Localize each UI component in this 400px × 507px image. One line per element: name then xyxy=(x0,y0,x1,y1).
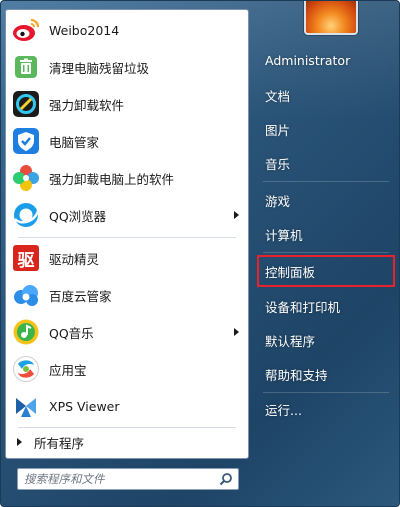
program-label: 应用宝 xyxy=(49,362,87,378)
right-item-computer[interactable]: 计算机 xyxy=(257,220,395,248)
program-item-xps-viewer[interactable]: XPS Viewer xyxy=(9,390,245,422)
right-item-administrator[interactable]: Administrator xyxy=(257,46,395,74)
program-item-driver-genius[interactable]: 驱 驱动精灵 xyxy=(9,242,245,274)
recycle-bin-icon xyxy=(11,52,41,82)
all-programs-label: 所有程序 xyxy=(34,435,85,451)
program-label: 百度云管家 xyxy=(49,288,112,304)
start-menu: Weibo2014 清理电脑残留垃圾 强力卸载软件 电脑管家 强力卸载电脑上的软… xyxy=(0,0,400,507)
right-item-music[interactable]: 音乐 xyxy=(257,149,395,177)
qq-browser-icon xyxy=(11,200,41,230)
baidu-cloud-icon xyxy=(11,280,41,310)
driver-icon-glyph: 驱 xyxy=(13,245,39,271)
qq-music-icon xyxy=(11,317,41,347)
separator xyxy=(18,427,236,428)
separator xyxy=(263,252,389,253)
right-item-pictures[interactable]: 图片 xyxy=(257,115,395,143)
right-item-devices-printers[interactable]: 设备和打印机 xyxy=(257,292,395,320)
flower-icon xyxy=(11,163,41,193)
program-item-weibo[interactable]: Weibo2014 xyxy=(9,14,245,46)
program-item-pc-manager[interactable]: 电脑管家 xyxy=(9,125,245,157)
submenu-arrow-icon xyxy=(234,211,239,219)
program-label: XPS Viewer xyxy=(49,398,120,414)
program-item-qq-music[interactable]: QQ音乐 xyxy=(9,316,245,348)
program-item-qq-browser[interactable]: QQ浏览器 xyxy=(9,199,245,231)
program-label: Weibo2014 xyxy=(49,22,120,38)
search-box[interactable] xyxy=(17,468,239,490)
right-item-run[interactable]: 运行... xyxy=(257,395,395,423)
right-item-documents[interactable]: 文档 xyxy=(257,81,395,109)
expand-arrow-icon xyxy=(17,438,22,446)
app-store-icon xyxy=(11,354,41,384)
program-label: 强力卸载软件 xyxy=(49,97,125,113)
program-label: 清理电脑残留垃圾 xyxy=(49,60,150,76)
program-label: QQ浏览器 xyxy=(49,208,107,224)
search-icon[interactable] xyxy=(217,471,235,487)
right-item-games[interactable]: 游戏 xyxy=(257,186,395,214)
weibo-icon xyxy=(11,15,41,45)
right-item-default-programs[interactable]: 默认程序 xyxy=(257,326,395,354)
program-item-app-store[interactable]: 应用宝 xyxy=(9,353,245,385)
program-item-clean-junk[interactable]: 清理电脑残留垃圾 xyxy=(9,51,245,83)
uninstaller-icon xyxy=(11,89,41,119)
program-item-baidu-cloud[interactable]: 百度云管家 xyxy=(9,279,245,311)
separator xyxy=(18,237,236,238)
program-label: 驱动精灵 xyxy=(49,251,100,267)
submenu-arrow-icon xyxy=(234,328,239,336)
right-item-help-support[interactable]: 帮助和支持 xyxy=(257,360,395,388)
program-label: 强力卸载电脑上的软件 xyxy=(49,171,175,187)
user-avatar[interactable] xyxy=(304,1,358,35)
shield-icon xyxy=(11,126,41,156)
driver-icon: 驱 xyxy=(11,243,41,273)
all-programs-button[interactable]: 所有程序 xyxy=(9,431,245,453)
program-item-uninstaller[interactable]: 强力卸载软件 xyxy=(9,88,245,120)
separator xyxy=(263,392,389,393)
search-area xyxy=(5,459,249,503)
program-label: 电脑管家 xyxy=(49,134,100,150)
right-item-control-panel[interactable]: 控制面板 xyxy=(257,255,395,287)
search-input[interactable] xyxy=(18,469,216,489)
program-label: QQ音乐 xyxy=(49,325,94,341)
separator xyxy=(263,181,389,182)
xps-viewer-icon xyxy=(11,391,41,421)
program-item-uninstall-pc-software[interactable]: 强力卸载电脑上的软件 xyxy=(9,162,245,194)
programs-pane: Weibo2014 清理电脑残留垃圾 强力卸载软件 电脑管家 强力卸载电脑上的软… xyxy=(5,9,249,459)
